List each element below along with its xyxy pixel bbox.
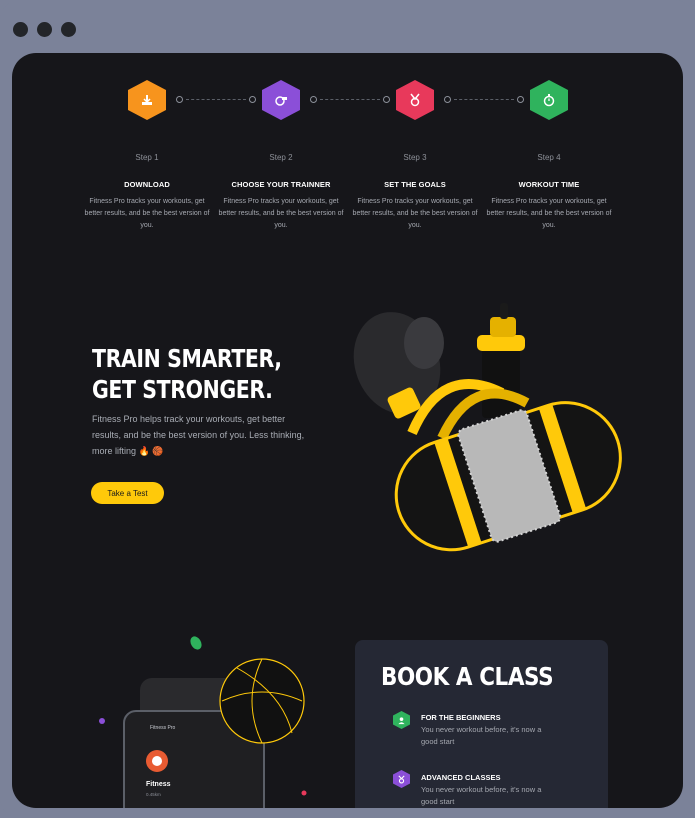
- gym-bag-illustration: [353, 303, 622, 552]
- step-description: Fitness Pro tracks your workouts, get be…: [486, 198, 612, 229]
- decor-shape: [99, 718, 105, 724]
- class-description: You never workout before, it's now a goo…: [421, 725, 542, 746]
- step-number: Step 3: [403, 153, 427, 162]
- step-description: Fitness Pro tracks your workouts, get be…: [218, 198, 344, 229]
- hero-description: Fitness Pro helps track your workouts, g…: [92, 414, 305, 456]
- medal-icon: [393, 770, 410, 788]
- decor-shape: [190, 636, 202, 650]
- step-description: Fitness Pro tracks your workouts, get be…: [352, 198, 478, 229]
- step-number: Step 1: [135, 153, 159, 162]
- book-class-title: BOOK A CLASS: [381, 662, 554, 691]
- step-3: Step 3 SET THE GOALS Fitness Pro tracks …: [352, 153, 478, 232]
- step-title: DOWNLOAD: [124, 180, 170, 189]
- step-1: Step 1 DOWNLOAD Fitness Pro tracks your …: [84, 153, 210, 232]
- step-number: Step 4: [537, 153, 561, 162]
- step-title: SET THE GOALS: [384, 180, 446, 189]
- decor-shape: [301, 790, 307, 796]
- page-viewport: Step 1 DOWNLOAD Fitness Pro tracks your …: [12, 53, 683, 808]
- hero-title-line-1: TRAIN SMARTER,: [92, 344, 282, 373]
- phone-app-name: Fitness Pro: [150, 725, 176, 731]
- class-title[interactable]: FOR THE BEGINNERS: [421, 713, 501, 722]
- medal-icon: [396, 80, 434, 120]
- download-icon: [128, 80, 166, 120]
- step-connector: [310, 96, 390, 104]
- step-connector: [444, 96, 524, 104]
- step-title: CHOOSE YOUR TRAINNER: [231, 180, 331, 189]
- phone-card-title: Fitness: [146, 781, 171, 788]
- hero-title: TRAIN SMARTER, GET STRONGER.: [92, 343, 282, 405]
- book-class-card: BOOK A CLASS FOR THE BEGINNERS You never…: [355, 640, 608, 808]
- step-title: WORKOUT TIME: [518, 180, 580, 189]
- class-title[interactable]: ADVANCED CLASSES: [421, 773, 500, 782]
- window-close-dot[interactable]: [13, 22, 28, 37]
- shaker-cap: [477, 335, 525, 351]
- step-connector: [176, 96, 256, 104]
- step-number: Step 2: [269, 153, 293, 162]
- step-4: Step 4 WORKOUT TIME Fitness Pro tracks y…: [486, 153, 612, 232]
- phone-card-sub: 0.45km: [146, 792, 161, 797]
- whistle-icon: [262, 80, 300, 120]
- take-test-button[interactable]: Take a Test: [91, 482, 164, 504]
- step-description: Fitness Pro tracks your workouts, get be…: [84, 198, 210, 229]
- phone-illustration: [99, 636, 307, 808]
- window-minimize-dot[interactable]: [37, 22, 52, 37]
- browser-window: Step 1 DOWNLOAD Fitness Pro tracks your …: [0, 0, 695, 818]
- hero-title-line-2: GET STRONGER.: [92, 375, 273, 404]
- step-2: Step 2 CHOOSE YOUR TRAINNER Fitness Pro …: [218, 153, 344, 232]
- stopwatch-icon: [530, 80, 568, 120]
- user-icon: [393, 711, 410, 729]
- window-maximize-dot[interactable]: [61, 22, 76, 37]
- class-description: You never workout before, it's now a goo…: [421, 785, 542, 806]
